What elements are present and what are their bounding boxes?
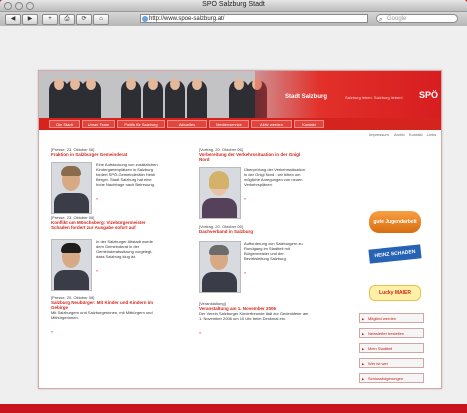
back-button[interactable]: ◀ (5, 14, 21, 25)
sidebar-button-newsletter[interactable]: Newsletter bestellen (359, 328, 424, 339)
page-viewport: Stadt Salzburg Salzburg leben. Salzburg … (0, 26, 467, 404)
read-more-link[interactable]: » (51, 329, 53, 334)
web-page: Stadt Salzburg Salzburg leben. Salzburg … (38, 70, 442, 389)
address-text: http://www.spoe-salzburg.at/ (149, 16, 225, 22)
sidebar-button-stadtteil[interactable]: Mein Stadtteil (359, 343, 424, 354)
read-more-link[interactable]: » (244, 270, 246, 275)
article-body: Eine Aufstockung von zusätzlichen Kinder… (96, 162, 158, 187)
article-right-3: [Veranstaltung] Veranstaltung am 1. Nove… (199, 301, 309, 339)
article-body: Der Verein Salzburger Kinderfreunde lädt… (199, 311, 309, 321)
main-navigation: Die Stadt Unser Team Politik für Salzbur… (39, 118, 441, 130)
spo-logo[interactable]: SPÖ (419, 90, 438, 100)
browser-window: SPÖ Salzburg Stadt ◀ ▶ + ⎙ ⟳ ⌂ http://ww… (0, 0, 467, 404)
article-left-1: [Presse, 23. Oktober 06] Fraktion in Sal… (51, 147, 161, 157)
read-more-link[interactable]: » (96, 268, 98, 273)
nav-item-politik[interactable]: Politik für Salzburg (117, 120, 165, 128)
portrait-photo (51, 239, 92, 291)
sidebar-button-wer-ist-wer[interactable]: Wer ist wer (359, 358, 424, 369)
nav-item-unser-team[interactable]: Unser Team (82, 120, 115, 128)
search-field[interactable]: ⌕ Google (376, 14, 458, 23)
article-left-2: [Presse, 23. Oktober 06] Konflikt um Mön… (51, 215, 161, 230)
article-headline[interactable]: Konflikt um Mönchsberg: Vizebürgermeiste… (51, 220, 161, 230)
article-body: Aufforderung von Salzburgern zu Rundgang… (244, 241, 303, 261)
read-more-link[interactable]: » (244, 196, 246, 201)
sidebar-button-mitglied[interactable]: Mitglied werden (359, 313, 424, 324)
article-left-1-body: Eine Aufstockung von zusätzlichen Kinder… (96, 162, 158, 205)
site-tagline: Salzburg leben. Salzburg lieben! (345, 95, 403, 100)
heinz-schaden-logo[interactable]: HEINZ SCHADEN (368, 244, 422, 269)
address-bar[interactable]: http://www.spoe-salzburg.at/ (140, 14, 368, 23)
nav-item-medienservice[interactable]: Medienservice (209, 120, 249, 128)
article-headline[interactable]: Salzburg Neubürger: Mit Kinder und Kinde… (51, 300, 161, 310)
header-banner: Stadt Salzburg Salzburg leben. Salzburg … (39, 71, 441, 118)
sidebar-button-schlussfolgerungen[interactable]: Schlussfolgerungen (359, 373, 424, 384)
reload-button[interactable]: ⟳ (76, 14, 92, 25)
team-photo-left (49, 71, 109, 118)
portrait-photo (199, 241, 241, 293)
home-button[interactable]: ⌂ (93, 14, 109, 25)
team-photo-middle (121, 71, 221, 118)
lucky-maier-logo[interactable]: Lucky MAIER (369, 285, 421, 307)
gute-jugendarbeit-logo[interactable]: gute Jugendarbeit (369, 211, 421, 233)
read-more-link[interactable]: » (199, 330, 201, 335)
article-headline[interactable]: Dachverband in Salzburg (199, 229, 309, 234)
article-right-2-body: Aufforderung von Salzburgern zu Rundgang… (244, 241, 306, 279)
forward-button[interactable]: ▶ (22, 14, 38, 25)
nav-item-aktuelles[interactable]: Aktuelles (167, 120, 207, 128)
article-right-2: [Vortrag, 20. Oktober 06] Dachverband in… (199, 224, 309, 234)
site-brand: Stadt Salzburg (285, 94, 328, 100)
background-strip (0, 404, 467, 413)
print-button[interactable]: ⎙ (59, 14, 75, 25)
search-icon: ⌕ (379, 17, 383, 23)
subnav-kontakt[interactable]: Kontakt (409, 132, 423, 137)
article-body: Überprüfung der Verkehrssituation in der… (244, 167, 305, 187)
article-left-2-body: In der Salzburger Altstadt wurde dem Gem… (96, 239, 158, 277)
nav-item-die-stadt[interactable]: Die Stadt (49, 120, 80, 128)
window-title: SPÖ Salzburg Stadt (202, 1, 265, 8)
titlebar: SPÖ Salzburg Stadt (0, 0, 467, 12)
article-right-1-body: Überprüfung der Verkehrssituation in der… (244, 167, 306, 205)
portrait-photo (199, 167, 241, 219)
article-headline[interactable]: Fraktion in Salzburger Gemeinderat (51, 152, 161, 157)
nav-item-aktiv-werden[interactable]: Aktiv werden (251, 120, 292, 128)
subnav-links[interactable]: Links (427, 132, 436, 137)
add-bookmark-button[interactable]: + (42, 14, 58, 25)
subnav-impressum[interactable]: Impressum (369, 132, 389, 137)
article-body: In der Salzburger Altstadt wurde dem Gem… (96, 239, 153, 259)
browser-toolbar: ◀ ▶ + ⎙ ⟳ ⌂ http://www.spoe-salzburg.at/… (0, 12, 467, 27)
portrait-photo (51, 162, 92, 214)
search-placeholder: Google (387, 16, 407, 22)
article-body: Mit Salzburgern und Salzburgerinnen, mit… (51, 310, 153, 320)
article-left-3: [Presse, 20. Oktober 06] Salzburg Neubür… (51, 295, 161, 338)
subnav-archiv[interactable]: Archiv (394, 132, 405, 137)
article-right-1: [Vortrag, 20. Oktober 06] Vorbereitung d… (199, 147, 309, 162)
article-headline[interactable]: Vorbereitung der Verkehrssituation in de… (199, 152, 309, 162)
nav-item-kontakt[interactable]: Kontakt (294, 120, 324, 128)
globe-icon (142, 16, 148, 22)
read-more-link[interactable]: » (96, 196, 98, 201)
